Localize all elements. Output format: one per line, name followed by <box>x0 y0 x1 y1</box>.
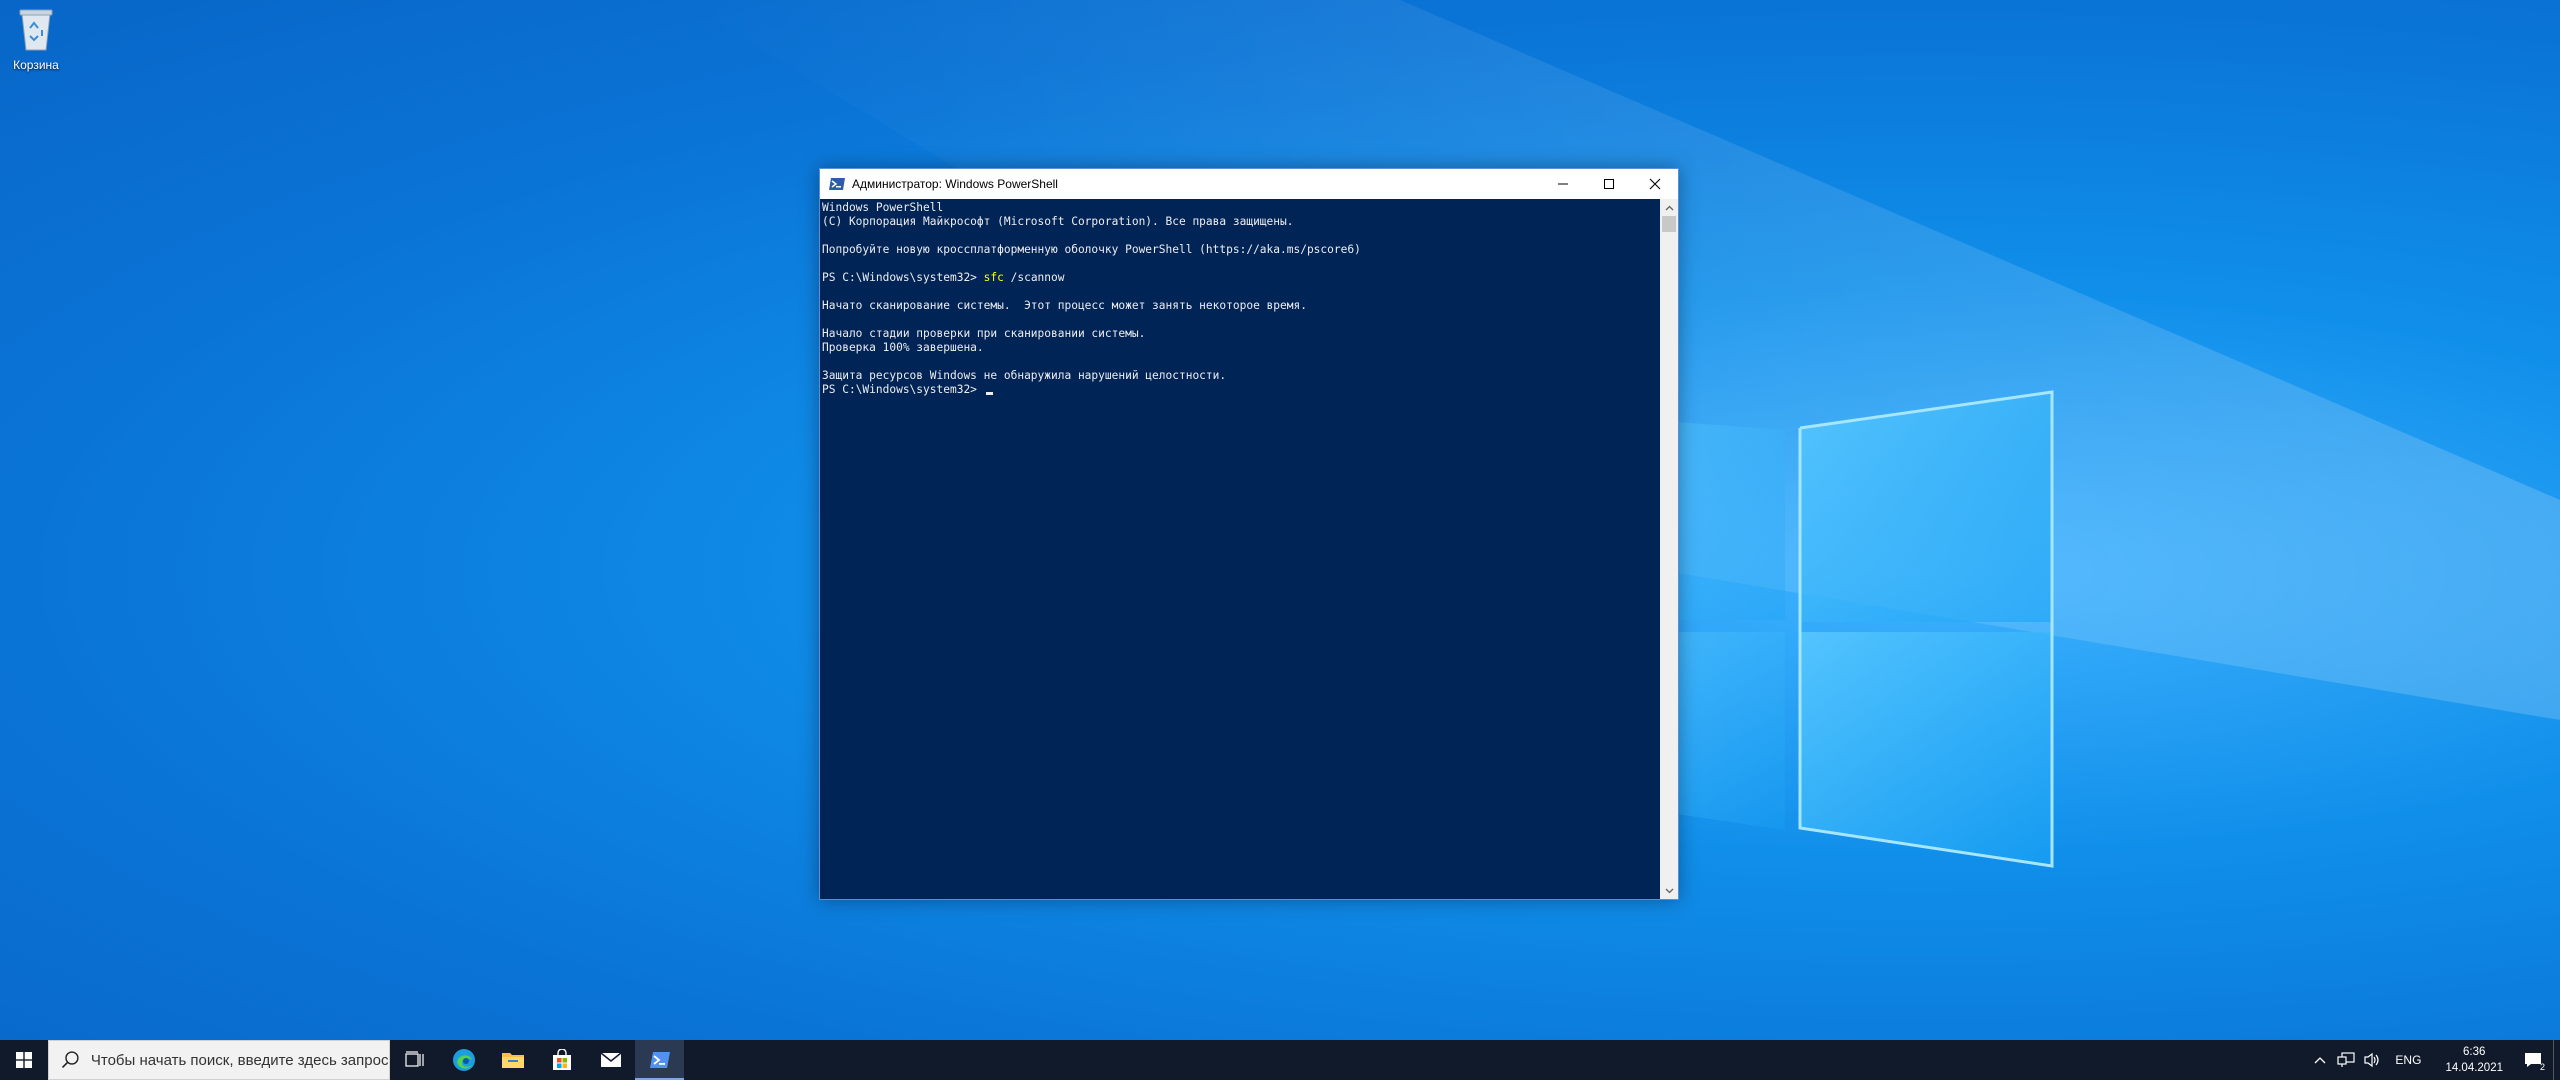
start-button[interactable] <box>0 1040 48 1080</box>
minimize-icon <box>1558 183 1568 185</box>
powershell-icon <box>649 1052 670 1068</box>
taskbar-search-box[interactable] <box>48 1040 390 1080</box>
clock-time: 6:36 <box>2463 1046 2486 1058</box>
minimize-button[interactable] <box>1540 169 1586 199</box>
console-line: Попробуйте новую кроссплатформенную обол… <box>822 243 1361 256</box>
taskbar: ENG 6:36 14.04.2021 2 <box>0 1040 2560 1080</box>
console-line: Начало стадии проверки при сканировании … <box>822 327 1146 340</box>
edge-icon <box>452 1049 475 1071</box>
close-button[interactable] <box>1632 169 1678 199</box>
scroll-down-button[interactable] <box>1660 882 1678 899</box>
notification-count: 2 <box>2539 1062 2545 1072</box>
scroll-up-button[interactable] <box>1660 199 1678 216</box>
desktop-icon-label: Корзина <box>13 58 59 72</box>
mail-icon <box>600 1052 621 1067</box>
desktop-icon-recycle-bin[interactable]: Корзина <box>6 6 66 78</box>
close-icon <box>1649 178 1661 190</box>
console-command-line: PS C:\Windows\system32> sfc /scannow <box>822 271 1660 285</box>
taskbar-store[interactable] <box>537 1040 586 1080</box>
taskbar-task-view[interactable] <box>390 1040 439 1080</box>
console-line: Windows PowerShell <box>822 201 944 214</box>
folder-icon <box>501 1053 524 1068</box>
clock[interactable]: 6:36 14.04.2021 <box>2435 1044 2513 1076</box>
window-titlebar[interactable]: Администратор: Windows PowerShell <box>820 169 1678 199</box>
taskbar-edge[interactable] <box>439 1040 488 1080</box>
command-name: sfc <box>983 271 1004 284</box>
search-input[interactable] <box>90 1051 389 1069</box>
scroll-thumb[interactable] <box>1662 216 1676 232</box>
console-output[interactable]: Windows PowerShell (С) Корпорация Майкрос… <box>820 199 1660 899</box>
chevron-up-icon <box>2314 1057 2326 1064</box>
vertical-scrollbar[interactable] <box>1660 199 1678 899</box>
chevron-up-icon <box>1665 205 1673 210</box>
input-language-indicator[interactable]: ENG <box>2385 1053 2435 1067</box>
window-title: Администратор: Windows PowerShell <box>852 177 1058 191</box>
console-line: Проверка 100% завершена. <box>822 341 984 354</box>
taskbar-powershell[interactable] <box>635 1040 684 1080</box>
maximize-button[interactable] <box>1586 169 1632 199</box>
prompt: PS C:\Windows\system32> <box>822 383 984 396</box>
desktop[interactable]: Корзина Администратор: Windows PowerShel… <box>0 0 2560 1040</box>
speaker-icon <box>2364 1052 2380 1068</box>
console-line: Защита ресурсов Windows не обнаружила на… <box>822 369 1227 382</box>
windows-start-icon <box>16 1052 32 1068</box>
tray-network-button[interactable] <box>2333 1040 2359 1080</box>
command-argument: /scannow <box>1003 271 1065 284</box>
action-center-button[interactable]: 2 <box>2513 1040 2553 1080</box>
console-line: (С) Корпорация Майкрософт (Microsoft Cor… <box>822 215 1294 228</box>
maximize-icon <box>1604 179 1614 189</box>
search-icon <box>61 1051 79 1069</box>
store-icon <box>552 1049 571 1070</box>
text-cursor <box>985 392 993 395</box>
prompt: PS C:\Windows\system32> <box>822 271 984 284</box>
network-icon <box>2337 1052 2356 1067</box>
console-line: Начато сканирование системы. Этот процес… <box>822 299 1307 312</box>
recycle-bin-icon <box>19 9 53 51</box>
tray-overflow-button[interactable] <box>2307 1040 2333 1080</box>
show-desktop-button[interactable] <box>2553 1040 2560 1080</box>
console-prompt-line[interactable]: PS C:\Windows\system32> <box>822 383 1660 397</box>
clock-date: 14.04.2021 <box>2445 1062 2503 1074</box>
powershell-icon <box>829 178 845 190</box>
tray-volume-button[interactable] <box>2359 1040 2385 1080</box>
chevron-down-icon <box>1665 888 1673 893</box>
task-view-icon <box>404 1051 424 1067</box>
system-tray: ENG 6:36 14.04.2021 2 <box>2307 1040 2560 1080</box>
powershell-window[interactable]: Администратор: Windows PowerShell Window… <box>819 168 1679 900</box>
taskbar-file-explorer[interactable] <box>488 1040 537 1080</box>
taskbar-mail[interactable] <box>586 1040 635 1080</box>
